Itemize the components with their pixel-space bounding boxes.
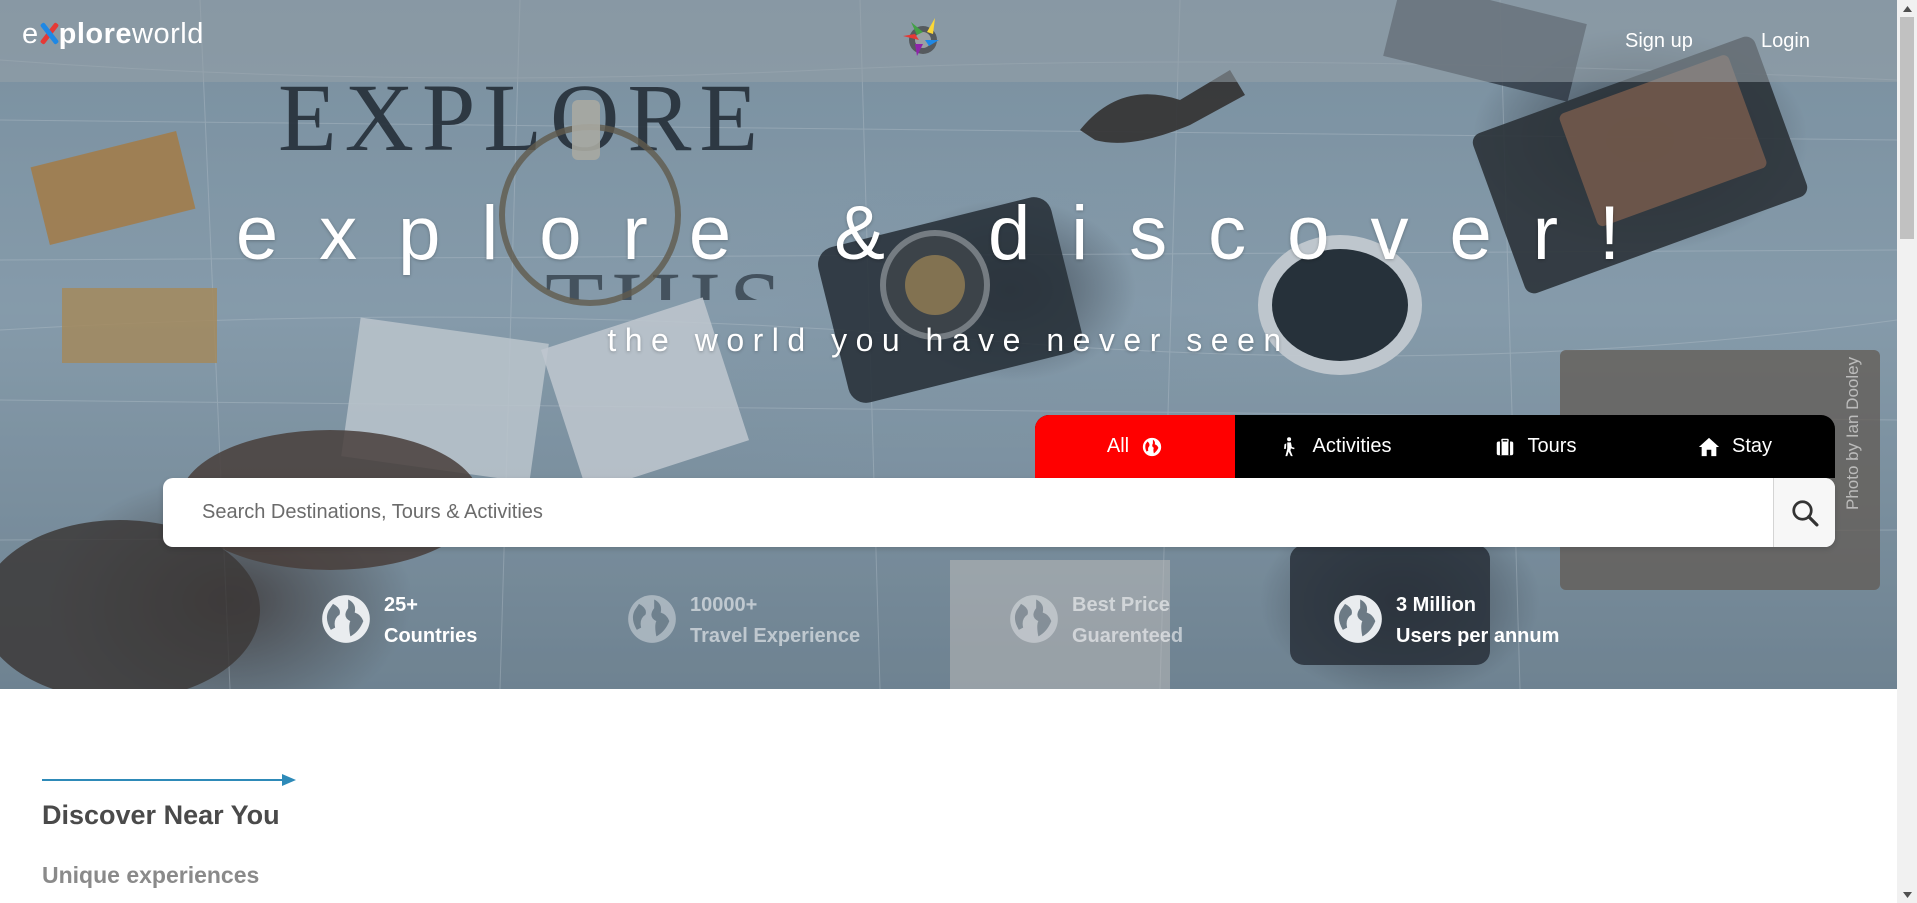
suitcase-icon bbox=[1496, 438, 1513, 455]
tab-stay[interactable]: Stay bbox=[1635, 415, 1835, 478]
tab-all-label: All bbox=[1106, 435, 1130, 457]
page-scrollbar[interactable] bbox=[1897, 0, 1917, 903]
home-icon bbox=[1698, 437, 1720, 456]
tab-activities-label: Activities bbox=[1312, 435, 1392, 457]
tab-activities[interactable]: Activities bbox=[1235, 415, 1435, 478]
stat-price-label: Guarenteed bbox=[1072, 625, 1184, 647]
tab-tours[interactable]: Tours bbox=[1435, 415, 1635, 478]
brand-emblem-icon bbox=[903, 18, 939, 56]
logo-x-mark-icon bbox=[39, 20, 59, 46]
stat-best-price: Best Price Guarenteed bbox=[1008, 590, 1183, 652]
tab-tours-label: Tours bbox=[1527, 435, 1577, 457]
photo-credit: Photo by Ian Dooley bbox=[1843, 356, 1862, 510]
search-bar bbox=[163, 478, 1835, 547]
tab-stay-label: Stay bbox=[1731, 435, 1773, 457]
hero-headline: explore & discover! bbox=[235, 191, 1662, 276]
globe-icon bbox=[628, 595, 676, 643]
globe-icon bbox=[1334, 595, 1382, 643]
section-arrow-icon bbox=[42, 774, 296, 786]
globe-icon bbox=[1010, 595, 1058, 643]
stat-travel-value: 10000+ bbox=[690, 594, 758, 616]
stat-travel-experience: 10000+ Travel Experience bbox=[626, 590, 860, 652]
site-logo[interactable]: e ploreworld bbox=[22, 18, 204, 51]
logo-bold: plore bbox=[58, 18, 133, 50]
logo-rest: world bbox=[132, 18, 204, 50]
stat-price-value: Best Price bbox=[1072, 594, 1170, 616]
scroll-up-arrow-icon[interactable] bbox=[1897, 0, 1917, 17]
search-button[interactable] bbox=[1773, 478, 1835, 547]
stat-countries: 25+ Countries bbox=[320, 590, 477, 652]
page-viewport: EXPLORE THIS Photo by Ian Dooley explore… bbox=[0, 0, 1897, 903]
scrollbar-thumb[interactable] bbox=[1900, 17, 1914, 239]
section-title: Discover Near You bbox=[42, 800, 280, 830]
search-icon bbox=[1791, 499, 1818, 526]
stat-users-label: Users per annum bbox=[1396, 625, 1560, 647]
login-link[interactable]: Login bbox=[1761, 30, 1810, 53]
category-tabs: All Activities Tours Stay bbox=[1035, 415, 1835, 478]
search-input[interactable] bbox=[163, 478, 1773, 547]
tab-all[interactable]: All bbox=[1035, 415, 1235, 478]
stat-countries-label: Countries bbox=[384, 625, 478, 647]
hero-subheadline: the world you have never seen bbox=[607, 322, 1290, 358]
hero-section: EXPLORE THIS Photo by Ian Dooley explore… bbox=[0, 0, 1897, 689]
stat-users: 3 Million Users per annum bbox=[1332, 590, 1559, 652]
stat-travel-label: Travel Experience bbox=[690, 625, 861, 647]
top-navigation: e ploreworld Sign up Login bbox=[0, 0, 1897, 82]
stat-countries-value: 25+ bbox=[384, 594, 418, 616]
globe-icon bbox=[322, 595, 370, 643]
hiker-icon bbox=[1283, 436, 1295, 456]
globe-icon bbox=[1142, 437, 1162, 456]
signup-link[interactable]: Sign up bbox=[1625, 30, 1693, 53]
stat-users-value: 3 Million bbox=[1396, 594, 1476, 616]
scroll-down-arrow-icon[interactable] bbox=[1897, 886, 1917, 903]
logo-prefix: e bbox=[22, 18, 39, 50]
section-subtitle: Unique experiences bbox=[42, 862, 260, 888]
